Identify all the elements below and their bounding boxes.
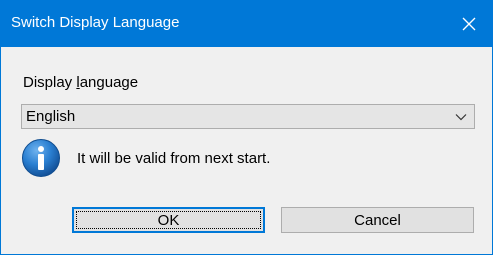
close-icon xyxy=(462,17,476,31)
display-language-label: Display language xyxy=(23,74,138,92)
window-title: Switch Display Language xyxy=(11,14,180,31)
cancel-button[interactable]: Cancel xyxy=(281,207,474,233)
close-button[interactable] xyxy=(446,1,492,47)
label-prefix: Display xyxy=(23,74,77,91)
label-suffix: anguage xyxy=(79,74,139,91)
cancel-button-label: Cancel xyxy=(354,211,401,229)
display-language-select[interactable]: English xyxy=(21,104,475,129)
ok-button-label: OK xyxy=(157,211,180,229)
info-message: It will be valid from next start. xyxy=(77,150,271,167)
dialog-window: Switch Display Language Display language… xyxy=(0,0,493,255)
title-bar[interactable]: Switch Display Language xyxy=(1,1,492,47)
select-value: English xyxy=(26,108,76,125)
ok-button[interactable]: OK xyxy=(72,207,265,233)
chevron-down-icon xyxy=(455,114,467,121)
info-icon xyxy=(22,139,60,177)
